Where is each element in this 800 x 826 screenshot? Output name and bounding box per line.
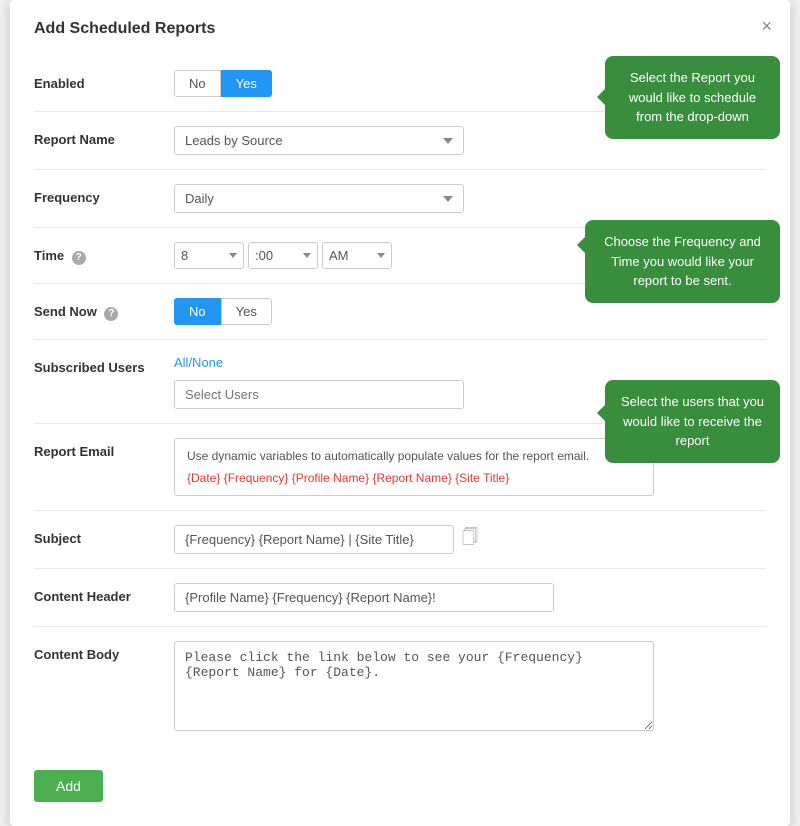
time-minute-select[interactable]: :00 :15 :30 :45 [248,242,318,269]
send-now-label: Send Now ? [34,298,174,321]
report-email-label: Report Email [34,438,174,459]
content-body-control [174,641,766,736]
all-none-link[interactable]: All/None [174,355,223,370]
dynamic-vars: {Date} {Frequency} {Profile Name} {Repor… [187,471,641,485]
report-email-desc: Use dynamic variables to automatically p… [187,449,641,463]
subject-label: Subject [34,525,174,546]
time-hour-select[interactable]: 6 7 8 9 10 [174,242,244,269]
subject-input-row: 🗍 [174,525,766,554]
subject-control: 🗍 [174,525,766,554]
close-button[interactable]: × [761,16,772,37]
select-users-input[interactable] [174,380,464,409]
modal-title: Add Scheduled Reports [34,20,766,38]
content-body-row: Content Body [34,627,766,750]
content-header-input[interactable] [174,583,554,612]
frequency-control: Daily Weekly Monthly [174,184,766,213]
content-header-control [174,583,766,612]
callout-frequency-time: Choose the Frequency and Time you would … [585,220,780,303]
enabled-yes-button[interactable]: Yes [221,70,272,97]
report-name-label: Report Name [34,126,174,147]
frequency-label: Frequency [34,184,174,205]
add-button[interactable]: Add [34,770,103,802]
subject-input[interactable] [174,525,454,554]
frequency-select[interactable]: Daily Weekly Monthly [174,184,464,213]
modal-container: Add Scheduled Reports × Select the Repor… [10,0,790,826]
report-name-select[interactable]: Leads by Source Leads Source Traffic Sou… [174,126,464,155]
content-header-label: Content Header [34,583,174,604]
subscribed-users-label: Subscribed Users [34,354,174,375]
report-email-box: Use dynamic variables to automatically p… [174,438,654,496]
subject-row: Subject 🗍 [34,511,766,569]
callout-users: Select the users that you would like to … [605,380,780,463]
send-now-no-button[interactable]: No [174,298,221,325]
time-period-select[interactable]: AM PM [322,242,392,269]
enabled-label: Enabled [34,70,174,91]
subject-icon[interactable]: 🗍 [462,526,478,553]
callout-report-name: Select the Report you would like to sche… [605,56,780,139]
time-help-icon[interactable]: ? [72,251,86,265]
send-now-help-icon[interactable]: ? [104,307,118,321]
content-body-label: Content Body [34,641,174,662]
content-body-textarea[interactable] [174,641,654,731]
time-label: Time ? [34,242,174,265]
send-now-yes-button[interactable]: Yes [221,298,272,325]
enabled-no-button[interactable]: No [174,70,221,97]
content-header-row: Content Header [34,569,766,627]
